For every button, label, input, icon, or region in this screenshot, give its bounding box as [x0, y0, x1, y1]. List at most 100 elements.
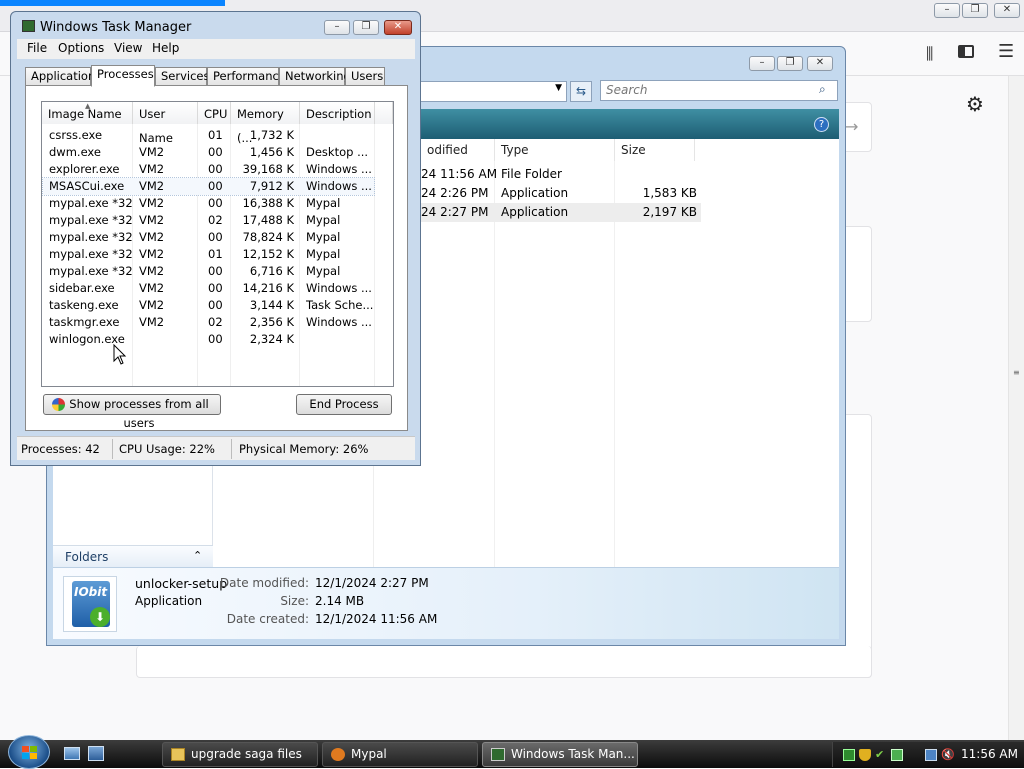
chevron-down-icon[interactable]: ▼ — [555, 83, 562, 93]
tray-volume-muted-icon[interactable]: 🔇 — [941, 749, 955, 761]
folders-toggle[interactable]: Folders ⌃ — [53, 545, 213, 567]
process-row[interactable]: taskmgr.exe VM2 02 2,356 K Windows ... — [43, 314, 374, 331]
search-input[interactable]: Search — [600, 80, 838, 101]
tab-services[interactable]: Services — [155, 67, 210, 86]
status-bar: Processes: 42 CPU Usage: 22% Physical Me… — [17, 436, 415, 460]
browser-scrollbar[interactable]: ≡ — [1008, 76, 1024, 740]
file-row-selected[interactable]: 24 2:27 PM Application 2,197 KB — [421, 203, 701, 222]
process-desc: Mypal — [306, 213, 341, 227]
process-cpu: 00 — [208, 264, 223, 278]
process-name: mypal.exe *32 — [49, 264, 133, 278]
status-physical-memory: Physical Memory: 26% — [239, 442, 369, 456]
file-row[interactable]: 24 2:26 PM Application 1,583 KB — [421, 184, 861, 203]
process-mem: 16,388 K — [242, 196, 294, 210]
browser-close-button[interactable]: ✕ — [994, 3, 1020, 18]
library-icon[interactable]: ⫼ — [926, 44, 933, 64]
process-user: VM2 — [139, 179, 165, 193]
tab-performance[interactable]: Performance — [207, 67, 286, 86]
tab-applications[interactable]: Applications — [25, 67, 101, 86]
process-row[interactable]: mypal.exe *32 VM2 00 16,388 K Mypal — [43, 195, 374, 212]
menu-help[interactable]: Help — [152, 41, 179, 55]
column-header-user-name[interactable]: User Name — [133, 102, 198, 145]
column-header-description[interactable]: Description — [300, 102, 375, 124]
start-button[interactable] — [8, 735, 50, 769]
refresh-icon[interactable]: ⇆ — [570, 81, 592, 102]
show-all-users-button[interactable]: Show processes from all users — [43, 394, 221, 430]
process-row[interactable]: explorer.exe VM2 00 39,168 K Windows ... — [43, 161, 374, 178]
column-header-modified[interactable]: odified — [421, 139, 495, 161]
process-row[interactable]: dwm.exe VM2 00 1,456 K Desktop ... — [43, 144, 374, 161]
tray-check-icon[interactable]: ✔ — [875, 749, 887, 761]
address-bar[interactable]: ▼ — [419, 81, 567, 102]
column-header-type[interactable]: Type — [495, 139, 615, 161]
maximize-button[interactable]: ❐ — [353, 20, 379, 35]
help-icon[interactable]: ? — [814, 117, 829, 132]
menu-file[interactable]: File — [27, 41, 47, 55]
process-cpu: 00 — [208, 230, 223, 244]
browser-selected-tab-indicator — [0, 0, 225, 6]
tray-monitor-icon[interactable] — [843, 749, 855, 761]
taskbar-button-upgrade-saga-files[interactable]: upgrade saga files — [162, 742, 318, 767]
process-name: sidebar.exe — [49, 281, 115, 295]
minimize-button[interactable]: – — [324, 20, 350, 35]
process-desc: Mypal — [306, 196, 341, 210]
clock[interactable]: 11:56 AM — [961, 747, 1018, 761]
menu-options[interactable]: Options — [58, 41, 104, 55]
details-modified-label: Date modified: — [219, 576, 309, 590]
process-row[interactable]: mypal.exe *32 VM2 02 17,488 K Mypal — [43, 212, 374, 229]
menu-hamburger-icon[interactable]: ☰ — [998, 41, 1014, 62]
tab-networking[interactable]: Networking — [279, 67, 351, 86]
file-size: 1,583 KB — [642, 186, 697, 200]
tab-processes[interactable]: Processes — [91, 65, 155, 87]
uac-shield-icon — [52, 398, 65, 411]
file-row[interactable]: 24 11:56 AM File Folder — [421, 165, 861, 184]
tab-users[interactable]: Users — [345, 67, 385, 86]
process-list: Image Name ▲ User Name CPU Memory (... D… — [41, 101, 394, 387]
tray-connection-icon[interactable] — [925, 749, 937, 761]
process-row[interactable]: MSASCui.exe VM2 00 7,912 K Windows ... — [42, 177, 375, 196]
file-type: Application — [501, 205, 569, 219]
details-size-label: Size: — [280, 594, 309, 608]
taskbar-button-mypal[interactable]: Mypal — [322, 742, 478, 767]
explorer-command-bar: ? — [421, 109, 839, 139]
process-row[interactable]: sidebar.exe VM2 00 14,216 K Windows ... — [43, 280, 374, 297]
close-button[interactable]: ✕ — [384, 20, 412, 35]
task-manager-window: Windows Task Manager – ❐ ✕ File Options … — [10, 11, 421, 466]
process-row[interactable]: mypal.exe *32 VM2 00 6,716 K Mypal — [43, 263, 374, 280]
tray-network-icon[interactable] — [891, 749, 903, 761]
settings-gear-icon[interactable]: ⚙ — [966, 92, 984, 116]
process-name: csrss.exe — [49, 128, 103, 142]
column-header-cpu[interactable]: CPU — [198, 102, 231, 124]
file-modified: 24 2:27 PM — [421, 205, 489, 219]
process-name: explorer.exe — [49, 162, 120, 176]
mypal-icon — [331, 748, 345, 761]
process-row[interactable]: mypal.exe *32 VM2 00 78,824 K Mypal — [43, 229, 374, 246]
switch-windows-icon[interactable] — [88, 746, 104, 761]
process-user: VM2 — [139, 247, 165, 261]
column-header-size[interactable]: Size — [615, 139, 695, 161]
column-header-memory[interactable]: Memory (... — [231, 102, 300, 145]
browser-restore-button[interactable]: ❐ — [962, 3, 988, 18]
chevron-up-icon[interactable]: ⌃ — [193, 549, 202, 562]
browser-minimize-button[interactable]: – — [934, 3, 960, 18]
process-desc: Windows ... — [306, 281, 372, 295]
taskbar-button-task-manager[interactable]: Windows Task Man... — [482, 742, 638, 767]
end-process-button[interactable]: End Process — [296, 394, 392, 415]
search-icon[interactable]: ⌕ — [819, 82, 826, 97]
menu-view[interactable]: View — [114, 41, 142, 55]
explorer-close-button[interactable]: ✕ — [807, 56, 833, 71]
show-desktop-icon[interactable] — [64, 747, 80, 760]
explorer-minimize-button[interactable]: – — [749, 56, 775, 71]
explorer-maximize-button[interactable]: ❐ — [777, 56, 803, 71]
process-row[interactable]: winlogon.exe 00 2,324 K — [43, 331, 374, 348]
sort-ascending-icon: ▲ — [85, 102, 91, 110]
process-name: dwm.exe — [49, 145, 101, 159]
sidebar-toggle-icon[interactable] — [958, 45, 974, 58]
process-desc: Desktop ... — [306, 145, 369, 159]
taskbar-button-label: upgrade saga files — [191, 747, 302, 761]
process-row[interactable]: mypal.exe *32 VM2 01 12,152 K Mypal — [43, 246, 374, 263]
details-created-label: Date created: — [226, 612, 309, 626]
tray-security-shield-icon[interactable] — [859, 749, 871, 761]
process-row[interactable]: csrss.exe 01 1,732 K — [43, 127, 374, 144]
process-row[interactable]: taskeng.exe VM2 00 3,144 K Task Sche... — [43, 297, 374, 314]
